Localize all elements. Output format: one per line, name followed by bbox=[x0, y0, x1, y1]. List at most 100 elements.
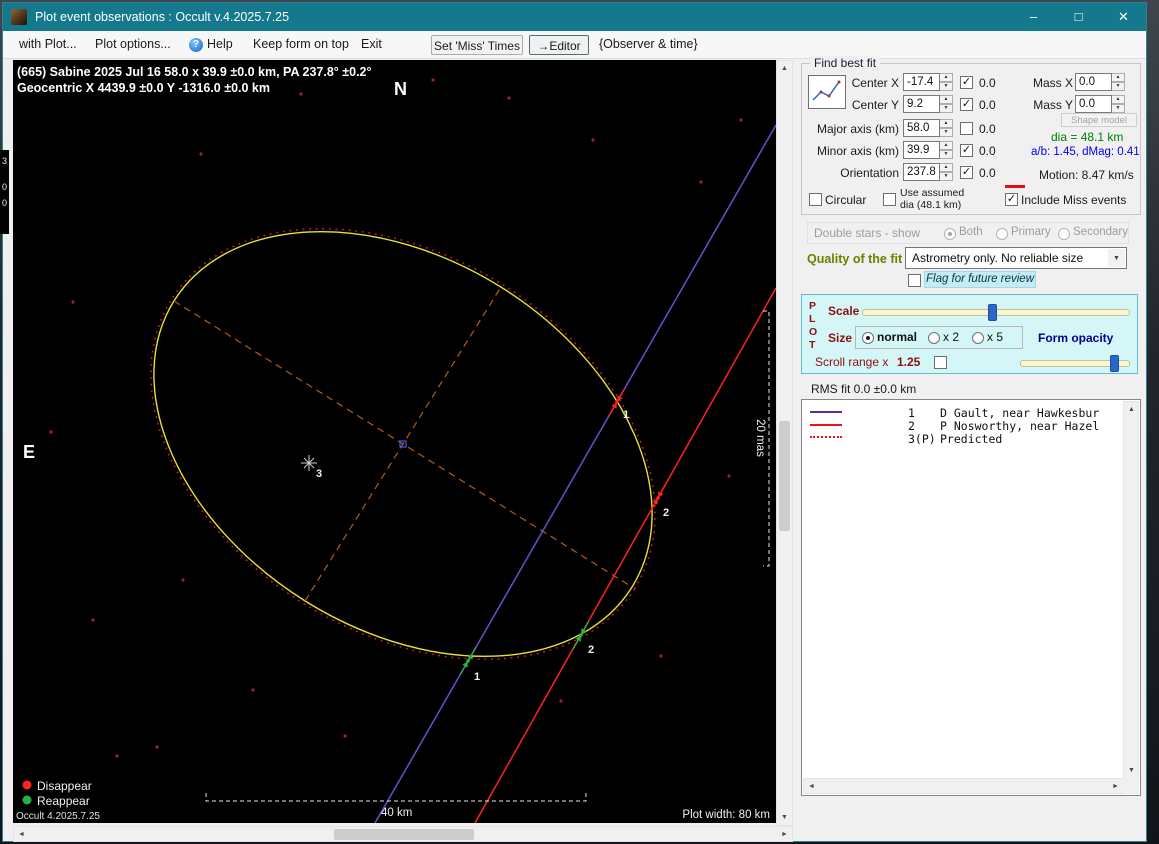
size-x2-radio[interactable] bbox=[928, 332, 940, 344]
scroll-left-icon[interactable] bbox=[14, 827, 29, 842]
menu-with-plot[interactable]: with Plot... bbox=[19, 31, 77, 58]
help-icon[interactable]: ? bbox=[189, 38, 203, 52]
observer-name: D Gault, near Hawkesbur bbox=[940, 406, 1100, 420]
center-y-spinner[interactable]: 9.2 bbox=[903, 95, 953, 113]
size-normal-radio[interactable] bbox=[862, 332, 874, 344]
size-normal-label: normal bbox=[877, 330, 918, 344]
scroll-up-icon[interactable] bbox=[1124, 402, 1139, 417]
double-stars-secondary-radio[interactable] bbox=[1058, 228, 1070, 240]
center-x-fit-checkbox[interactable] bbox=[960, 76, 973, 89]
observer-row[interactable]: 1 D Gault, near Hawkesbur bbox=[810, 406, 1120, 420]
mass-y-spinner[interactable]: 0.0 bbox=[1075, 95, 1125, 113]
observer-name: Predicted bbox=[940, 432, 1003, 446]
observer-line-sample bbox=[810, 411, 842, 413]
observer-row[interactable]: 2 P Nosworthy, near Hazel bbox=[810, 419, 1120, 433]
minor-axis-fit-checkbox[interactable] bbox=[960, 144, 973, 157]
scroll-thumb[interactable] bbox=[779, 421, 790, 531]
center-y-rms: 0.0 bbox=[979, 98, 996, 112]
center-y-fit-checkbox[interactable] bbox=[960, 98, 973, 111]
use-assumed-dia-checkbox[interactable] bbox=[883, 193, 896, 206]
center-x-spinner[interactable]: -17.4 bbox=[903, 73, 953, 91]
menu-help[interactable]: Help bbox=[207, 31, 233, 58]
major-axis-input[interactable]: 58.0 bbox=[903, 119, 940, 137]
plot-horizontal-scrollbar[interactable] bbox=[13, 826, 793, 842]
center-y-spin-buttons[interactable] bbox=[940, 95, 953, 113]
major-axis-spin-buttons[interactable] bbox=[940, 119, 953, 137]
editor-button[interactable]: →Editor bbox=[529, 35, 589, 55]
motion-text: Motion: 8.47 km/s bbox=[1039, 168, 1134, 182]
list-horizontal-scrollbar[interactable] bbox=[803, 778, 1124, 794]
marker-label-d1: 1 bbox=[623, 409, 629, 421]
orientation-input[interactable]: 237.8 bbox=[903, 163, 940, 181]
center-y-label: Center Y bbox=[851, 98, 899, 112]
plot-area[interactable]: 1 2 1 2 3 (665) Sabine 2025 Jul 16 58.0 … bbox=[13, 60, 777, 824]
background-window-fragment: 3 0 0 bbox=[0, 150, 9, 234]
close-button[interactable]: ✕ bbox=[1101, 3, 1146, 31]
minor-axis-input[interactable]: 39.9 bbox=[903, 141, 940, 159]
mass-x-input[interactable]: 0.0 bbox=[1075, 73, 1112, 91]
center-y-input[interactable]: 9.2 bbox=[903, 95, 940, 113]
circular-checkbox[interactable] bbox=[809, 193, 822, 206]
scale-slider-thumb[interactable] bbox=[988, 304, 997, 321]
plot-controls-panel: P L O T Scale Size normal x 2 x 5 Form o… bbox=[801, 294, 1138, 374]
scroll-left-icon[interactable] bbox=[804, 779, 819, 794]
marker-label-r1: 1 bbox=[474, 671, 480, 683]
minor-axis-spinner[interactable]: 39.9 bbox=[903, 141, 953, 159]
include-miss-checkbox[interactable] bbox=[1005, 193, 1018, 206]
scroll-right-icon[interactable] bbox=[1108, 779, 1123, 794]
observer-row[interactable]: 3(P) Predicted bbox=[810, 432, 1120, 446]
scroll-right-icon[interactable] bbox=[777, 827, 792, 842]
scrollbar-corner bbox=[1123, 778, 1139, 794]
mass-y-input[interactable]: 0.0 bbox=[1075, 95, 1112, 113]
mass-x-spin-buttons[interactable] bbox=[1112, 73, 1125, 91]
double-stars-primary-radio[interactable] bbox=[996, 228, 1008, 240]
menu-exit[interactable]: Exit bbox=[361, 31, 382, 58]
shape-model-button[interactable]: Shape model bbox=[1061, 113, 1137, 127]
minimize-button[interactable]: – bbox=[1011, 3, 1056, 31]
scroll-down-icon[interactable] bbox=[1124, 763, 1139, 778]
list-vertical-scrollbar[interactable] bbox=[1123, 401, 1139, 779]
circular-label: Circular bbox=[825, 193, 867, 207]
center-x-spin-buttons[interactable] bbox=[940, 73, 953, 91]
scroll-range-checkbox[interactable] bbox=[934, 356, 947, 369]
observers-listbox[interactable]: 1 D Gault, near Hawkesbur 2 P Nosworthy,… bbox=[801, 399, 1141, 796]
menu-plot-options[interactable]: Plot options... bbox=[95, 31, 171, 58]
mass-x-label: Mass X bbox=[1032, 76, 1073, 90]
minor-axis-label: Minor axis (km) bbox=[816, 144, 899, 158]
orientation-spin-buttons[interactable] bbox=[940, 163, 953, 181]
menu-keep-on-top[interactable]: Keep form on top bbox=[253, 31, 349, 58]
size-x5-label: x 5 bbox=[987, 330, 1004, 344]
center-x-input[interactable]: -17.4 bbox=[903, 73, 940, 91]
scroll-thumb[interactable] bbox=[334, 829, 474, 840]
flag-review-checkbox[interactable] bbox=[908, 274, 921, 287]
set-miss-times-button[interactable]: Set 'Miss' Times bbox=[431, 35, 523, 55]
mass-x-spinner[interactable]: 0.0 bbox=[1075, 73, 1125, 91]
scroll-up-icon[interactable] bbox=[777, 61, 792, 76]
quality-combobox[interactable]: Astrometry only. No reliable size bbox=[905, 247, 1127, 269]
major-axis-fit-checkbox[interactable] bbox=[960, 122, 973, 135]
plot-header-line1: (665) Sabine 2025 Jul 16 58.0 x 39.9 ±0.… bbox=[17, 65, 372, 79]
maximize-button[interactable]: □ bbox=[1056, 3, 1101, 31]
scroll-down-icon[interactable] bbox=[777, 810, 792, 825]
orientation-fit-checkbox[interactable] bbox=[960, 166, 973, 179]
size-x5-radio[interactable] bbox=[972, 332, 984, 344]
form-opacity-slider-thumb[interactable] bbox=[1110, 355, 1119, 372]
titlebar[interactable]: Plot event observations : Occult v.4.202… bbox=[3, 3, 1146, 31]
north-label: N bbox=[394, 79, 407, 99]
major-axis-spinner[interactable]: 58.0 bbox=[903, 119, 953, 137]
double-stars-both-radio[interactable] bbox=[944, 228, 956, 240]
orientation-spinner[interactable]: 237.8 bbox=[903, 163, 953, 181]
size-x2-label: x 2 bbox=[943, 330, 960, 344]
marker-label-r2: 2 bbox=[588, 644, 594, 656]
mass-y-spin-buttons[interactable] bbox=[1112, 95, 1125, 113]
star-icon bbox=[301, 455, 317, 471]
plot-vertical-scrollbar[interactable] bbox=[776, 60, 793, 826]
major-axis-label: Major axis (km) bbox=[816, 122, 899, 136]
reappear-legend-label: Reappear bbox=[37, 794, 90, 808]
marker-label-d2: 2 bbox=[663, 507, 669, 519]
observer-number: 3(P) bbox=[908, 432, 936, 446]
minor-axis-line bbox=[304, 286, 502, 602]
minor-axis-spin-buttons[interactable] bbox=[940, 141, 953, 159]
chevron-down-icon[interactable] bbox=[1108, 249, 1125, 267]
occultation-plot[interactable]: 1 2 1 2 3 (665) Sabine 2025 Jul 16 58.0 … bbox=[13, 60, 777, 824]
